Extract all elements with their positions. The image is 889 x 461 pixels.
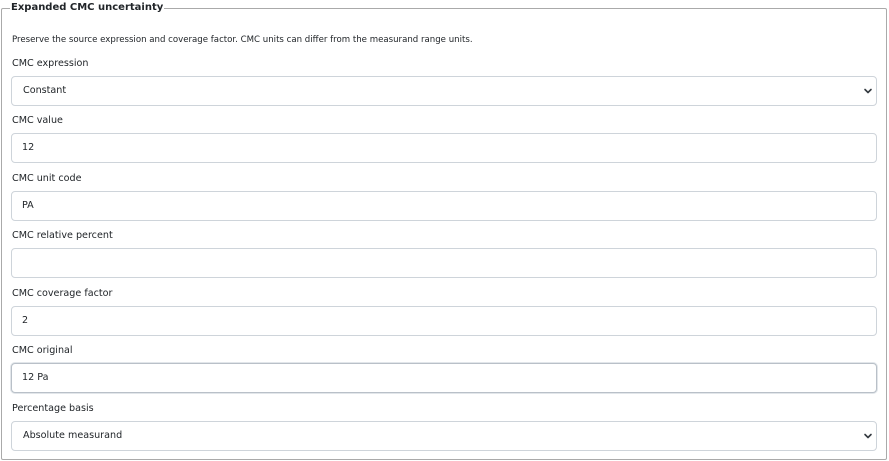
- cmc-unit-code-input[interactable]: PA: [11, 191, 877, 221]
- cmc-coverage-factor-input[interactable]: 2: [11, 306, 877, 336]
- cmc-original-text: 12 Pa: [22, 372, 49, 383]
- cmc-expression-label: CMC expression: [12, 58, 89, 69]
- cmc-coverage-factor-text: 2: [22, 315, 29, 326]
- fieldset-legend: Expanded CMC uncertainty: [10, 2, 165, 14]
- percentage-basis-value: Absolute measurand: [23, 430, 123, 441]
- cmc-value-input[interactable]: 12: [11, 133, 877, 163]
- cmc-value-text: 12: [22, 142, 35, 153]
- cmc-value-label: CMC value: [12, 115, 63, 126]
- percentage-basis-label: Percentage basis: [12, 403, 94, 414]
- chevron-down-icon: [864, 88, 872, 94]
- help-text: Preserve the source expression and cover…: [12, 35, 473, 45]
- cmc-relative-percent-label: CMC relative percent: [12, 230, 113, 241]
- cmc-expression-select[interactable]: Constant: [11, 76, 877, 106]
- cmc-coverage-factor-label: CMC coverage factor: [12, 288, 113, 299]
- chevron-down-icon: [864, 433, 872, 439]
- cmc-expression-value: Constant: [23, 85, 67, 96]
- percentage-basis-select[interactable]: Absolute measurand: [11, 421, 877, 451]
- cmc-original-label: CMC original: [12, 345, 73, 356]
- cmc-unit-code-text: PA: [22, 200, 34, 211]
- cmc-unit-code-label: CMC unit code: [12, 173, 82, 184]
- cmc-relative-percent-input[interactable]: [11, 248, 877, 278]
- cmc-original-input[interactable]: 12 Pa: [11, 363, 877, 393]
